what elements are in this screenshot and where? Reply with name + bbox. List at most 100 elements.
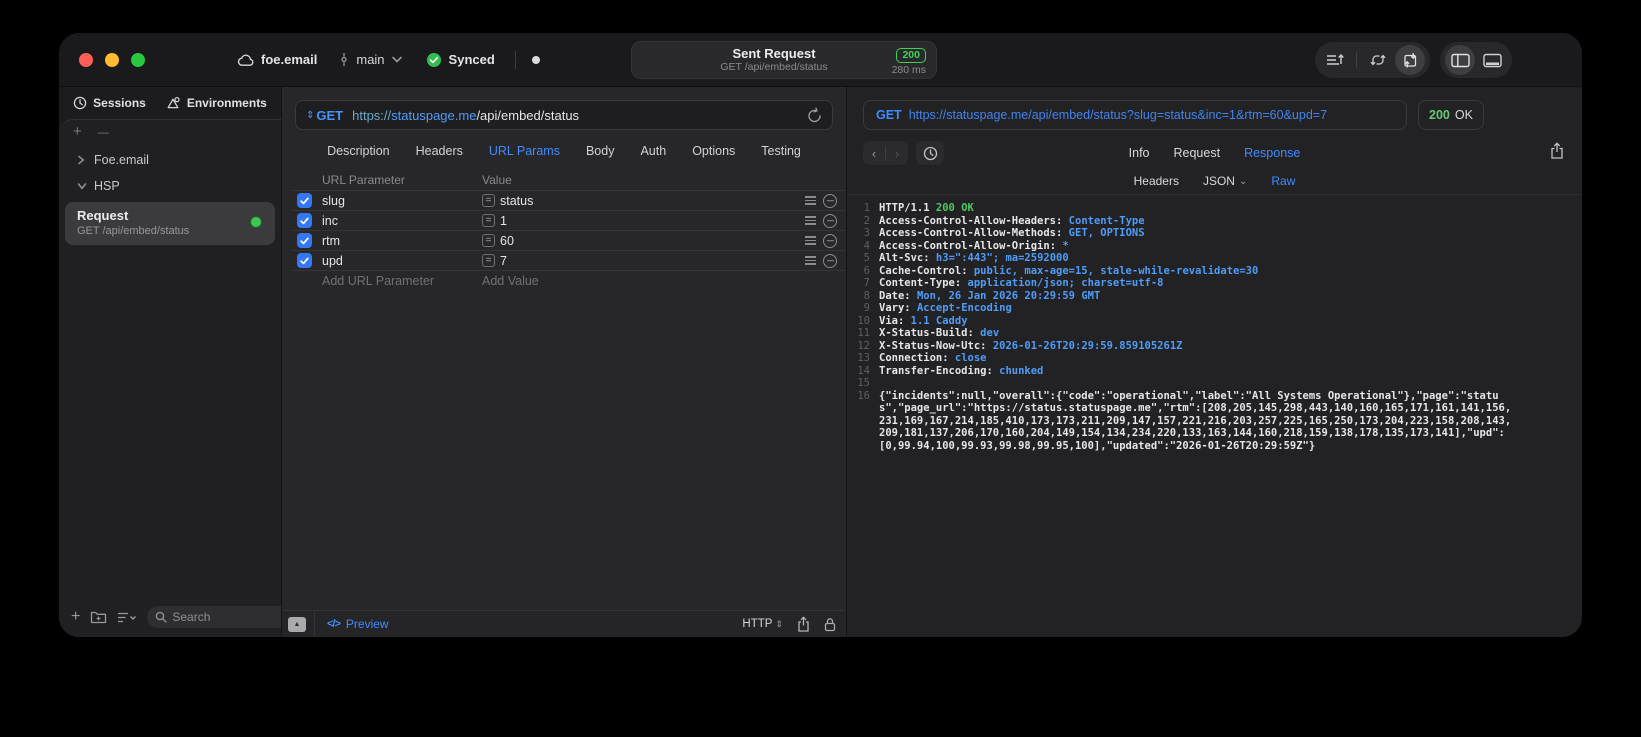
response-raw-body[interactable]: 1 HTTP/1.1 200 OK 2 Access-Control-Allow… <box>847 195 1582 637</box>
param-name-field[interactable]: slug <box>322 194 482 208</box>
sent-request-titles: Sent Request GET /api/embed/status <box>632 46 862 74</box>
preview-button[interactable]: </> Preview <box>327 617 389 631</box>
tab-environments[interactable]: Environments <box>166 96 267 110</box>
header-value: 2026-01-26T20:29:59.859105261Z <box>992 339 1183 352</box>
param-value-field[interactable]: 60 <box>500 234 514 248</box>
response-status-line: 1 HTTP/1.1 200 OK <box>847 202 1582 215</box>
drag-handle-icon[interactable] <box>805 194 816 207</box>
response-header-line: 7 Content-Type: application/json; charse… <box>847 277 1582 290</box>
tab-options[interactable]: Options <box>692 144 735 158</box>
remove-param-button[interactable] <box>823 233 837 248</box>
search-input[interactable] <box>172 610 281 624</box>
export-response-button[interactable] <box>1550 142 1564 159</box>
param-name-field[interactable]: rtm <box>322 234 482 248</box>
remove-item-button[interactable]: — <box>98 124 109 143</box>
drag-handle-icon[interactable] <box>805 214 816 227</box>
tab-headers[interactable]: Headers <box>416 144 463 158</box>
send-reload-button[interactable] <box>807 107 822 123</box>
param-row-actions <box>805 193 846 208</box>
view-headers[interactable]: Headers <box>1134 174 1179 188</box>
header-separator: : <box>986 364 1000 377</box>
zoom-window-button[interactable] <box>131 52 145 67</box>
url-scheme[interactable]: https:// <box>352 108 391 123</box>
expand-drawer-button[interactable]: ▲ <box>288 616 306 632</box>
sent-request-pill[interactable]: Sent Request GET /api/embed/status 200 2… <box>631 41 937 79</box>
tab-auth[interactable]: Auth <box>640 144 666 158</box>
forward-button[interactable]: › <box>886 146 908 161</box>
remove-param-button[interactable] <box>823 213 837 228</box>
tab-testing[interactable]: Testing <box>761 144 801 158</box>
drag-handle-icon[interactable] <box>805 254 816 267</box>
preview-label: Preview <box>345 617 389 631</box>
history-clock-button[interactable] <box>916 141 944 165</box>
method-selector-icon[interactable]: ⇕ <box>306 110 314 121</box>
view-raw[interactable]: Raw <box>1271 174 1295 188</box>
tab-response[interactable]: Response <box>1244 146 1300 160</box>
toggle-left-panel-button[interactable] <box>1445 45 1475 75</box>
param-value-field[interactable]: 1 <box>500 214 507 228</box>
import-export-button[interactable] <box>1395 45 1425 75</box>
minimize-window-button[interactable] <box>105 52 119 67</box>
add-item-button[interactable]: + <box>73 124 82 143</box>
header-separator: : <box>897 314 911 327</box>
param-row: rtm = 60 <box>292 230 846 250</box>
param-value-field[interactable]: status <box>500 194 533 208</box>
response-json-text: {"incidents":null,"overall":{"code":"ope… <box>879 389 1512 452</box>
url-host[interactable]: statuspage.me <box>391 108 476 123</box>
response-header-line: 8 Date: Mon, 26 Jan 2026 20:29:59 GMT <box>847 290 1582 303</box>
project-switcher[interactable]: foe.email <box>237 52 317 67</box>
param-name-field[interactable]: inc <box>322 214 482 228</box>
sync-branches-button[interactable] <box>1363 45 1393 75</box>
tab-info[interactable]: Info <box>1129 146 1150 160</box>
add-param-name-placeholder[interactable]: Add URL Parameter <box>292 274 482 288</box>
tab-description[interactable]: Description <box>327 144 390 158</box>
response-request-url[interactable]: GET https://statuspage.me/api/embed/stat… <box>863 100 1407 130</box>
check-circle-icon <box>426 52 442 68</box>
tab-sessions[interactable]: Sessions <box>73 96 146 110</box>
back-button[interactable]: ‹ <box>863 146 885 161</box>
tree-group-hsp[interactable]: HSP <box>59 173 281 199</box>
response-header-lines: 2 Access-Control-Allow-Headers: Content-… <box>847 215 1582 378</box>
line-number: 16 <box>857 389 870 402</box>
view-json[interactable]: JSON ⌄ <box>1203 174 1247 188</box>
method-label[interactable]: GET <box>316 108 343 123</box>
triangle-up-icon: ▲ <box>293 620 301 628</box>
add-param-value-placeholder[interactable]: Add Value <box>482 274 539 288</box>
tab-request[interactable]: Request <box>1174 146 1221 160</box>
request-list-item-selected[interactable]: Request GET /api/embed/status <box>65 202 275 245</box>
header-name: Via <box>879 314 898 327</box>
header-name: Date <box>879 289 905 302</box>
lock-icon[interactable] <box>824 617 836 632</box>
header-separator: : <box>904 289 917 302</box>
param-value-field[interactable]: 7 <box>500 254 507 268</box>
param-enabled-checkbox[interactable] <box>297 253 312 268</box>
drag-handle-icon[interactable] <box>805 234 816 247</box>
new-folder-button[interactable] <box>90 610 107 624</box>
response-status-button[interactable]: 200 OK <box>1418 100 1484 130</box>
new-request-button[interactable]: + <box>71 609 80 625</box>
header-value: 1.1 Caddy <box>910 314 968 327</box>
tab-body[interactable]: Body <box>586 144 615 158</box>
tree-group-foe-email[interactable]: Foe.email <box>59 147 281 173</box>
share-button[interactable] <box>797 616 810 632</box>
tab-url-params[interactable]: URL Params <box>489 144 560 158</box>
url-path[interactable]: /api/embed/status <box>476 108 579 123</box>
param-name-field[interactable]: upd <box>322 254 482 268</box>
chevron-down-icon <box>391 56 402 63</box>
titlebar: foe.email main Synced Sent Request GET /… <box>59 33 1582 87</box>
param-enabled-checkbox[interactable] <box>297 233 312 248</box>
remove-param-button[interactable] <box>823 193 837 208</box>
param-enabled-checkbox[interactable] <box>297 193 312 208</box>
duration-label: 280 ms <box>891 63 926 76</box>
remove-param-button[interactable] <box>823 253 837 268</box>
toggle-bottom-panel-button[interactable] <box>1477 45 1507 75</box>
request-url-field[interactable]: ⇕ GET https://statuspage.me/api/embed/st… <box>295 100 833 130</box>
sync-status[interactable]: Synced <box>426 52 495 68</box>
sort-list-button[interactable] <box>1320 45 1350 75</box>
list-options-button[interactable] <box>117 611 137 624</box>
close-window-button[interactable] <box>79 52 93 67</box>
branch-switcher[interactable]: main <box>339 52 402 67</box>
param-enabled-checkbox[interactable] <box>297 213 312 228</box>
protocol-selector[interactable]: HTTP ⇕ <box>742 618 783 630</box>
params-rows: slug = status inc = 1 rtm = 60 upd = 7 <box>292 190 846 270</box>
